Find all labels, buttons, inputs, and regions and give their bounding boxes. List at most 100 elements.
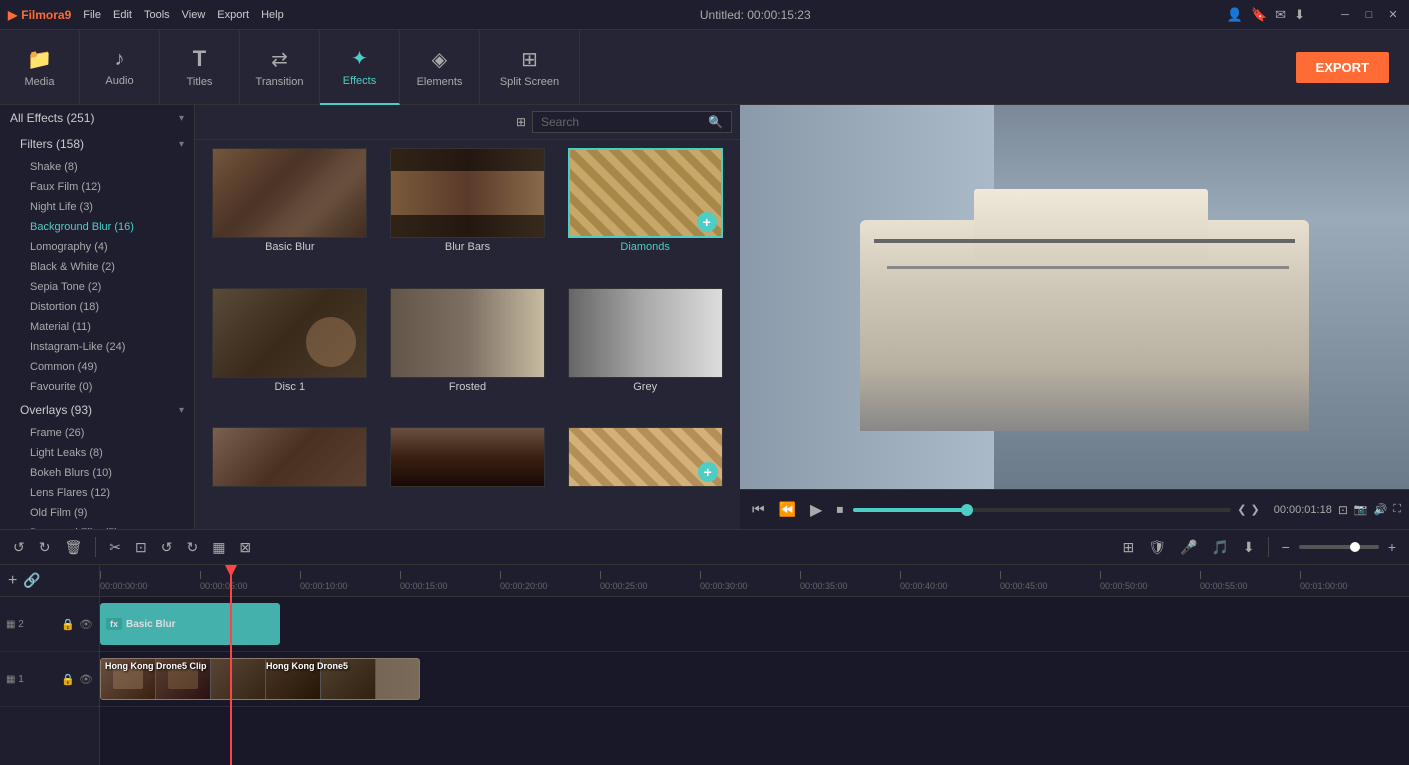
menu-bar: File Edit Tools View Export Help bbox=[83, 9, 283, 21]
grid-layout-icon[interactable]: ⊞ bbox=[516, 115, 526, 129]
track2-eye-icon[interactable]: 👁 bbox=[79, 618, 93, 631]
volume-icon[interactable]: 🔊 bbox=[1374, 503, 1388, 516]
zoom-in-button[interactable]: + bbox=[1383, 537, 1401, 557]
filter-shake[interactable]: Shake (8) bbox=[0, 157, 194, 177]
effect-disc1[interactable]: Disc 1 bbox=[203, 288, 377, 424]
bracket-close-icon[interactable]: ❯ bbox=[1250, 503, 1259, 516]
filter-faux-film[interactable]: Faux Film (12) bbox=[0, 177, 194, 197]
cut-button[interactable]: ✂ bbox=[104, 537, 126, 558]
link-button[interactable]: 🔗 bbox=[23, 572, 40, 589]
effect-bottom3[interactable]: + bbox=[558, 427, 732, 521]
close-button[interactable]: ✕ bbox=[1385, 7, 1401, 23]
menu-view[interactable]: View bbox=[182, 9, 206, 21]
left-panel: All Effects (251) ▾ Filters (158) ▾ Shak… bbox=[0, 105, 195, 529]
filter-distortion[interactable]: Distortion (18) bbox=[0, 297, 194, 317]
filter-black-white[interactable]: Black & White (2) bbox=[0, 257, 194, 277]
clip-basic-blur[interactable]: fx Basic Blur bbox=[100, 603, 280, 645]
toolbar-split-screen[interactable]: ⊞ Split Screen bbox=[480, 30, 580, 105]
zoom-slider[interactable] bbox=[1299, 545, 1379, 549]
effect-bottom1[interactable] bbox=[203, 427, 377, 521]
step-back-button[interactable]: ⏪ bbox=[775, 499, 800, 520]
effect-diamonds[interactable]: + Diamonds bbox=[558, 148, 732, 284]
menu-help[interactable]: Help bbox=[261, 9, 284, 21]
toolbar-elements[interactable]: ◈ Elements bbox=[400, 30, 480, 105]
maximize-button[interactable]: □ bbox=[1361, 7, 1377, 23]
go-to-start-button[interactable]: ⏮ bbox=[748, 499, 769, 520]
titles-label: Titles bbox=[187, 76, 213, 88]
music-button[interactable]: 🎵 bbox=[1206, 537, 1233, 558]
effect-bottom2[interactable] bbox=[381, 427, 555, 521]
adjust-button[interactable]: ▦ bbox=[207, 537, 230, 558]
toolbar-transition[interactable]: ⇄ Transition bbox=[240, 30, 320, 105]
download-icon[interactable]: ⬇ bbox=[1294, 7, 1305, 23]
window-title: Untitled: 00:00:15:23 bbox=[700, 8, 811, 22]
zoom-out-button[interactable]: − bbox=[1277, 537, 1295, 557]
bracket-open-icon[interactable]: ❮ bbox=[1237, 503, 1246, 516]
toolbar-audio[interactable]: ♪ Audio bbox=[80, 30, 160, 105]
effect-grey[interactable]: Grey bbox=[558, 288, 732, 424]
clip-hong-kong[interactable]: Hong Kong Drone5 Clip Hong Kong Drone5 bbox=[100, 658, 420, 700]
toolbar-titles[interactable]: T Titles bbox=[160, 30, 240, 105]
all-effects-header[interactable]: All Effects (251) ▾ bbox=[0, 105, 194, 131]
filters-header[interactable]: Filters (158) ▾ bbox=[0, 131, 194, 157]
redo2-button[interactable]: ↻ bbox=[181, 537, 203, 558]
progress-bar[interactable] bbox=[853, 508, 1231, 512]
track-label-1: ▦ 1 🔒 👁 bbox=[0, 652, 99, 707]
ruler-tick-0: 00:00:00:00 bbox=[100, 571, 148, 591]
undo-button[interactable]: ↺ bbox=[8, 537, 30, 558]
track2-lock-icon[interactable]: 🔒 bbox=[61, 618, 75, 631]
crop-button[interactable]: ⊡ bbox=[130, 537, 152, 558]
overlay-light-leaks[interactable]: Light Leaks (8) bbox=[0, 443, 194, 463]
import-media-button[interactable]: ⬇ bbox=[1238, 537, 1260, 558]
record-voiceover-button[interactable]: 🎤 bbox=[1175, 537, 1202, 558]
fullscreen-icon[interactable]: ⛶ bbox=[1393, 503, 1401, 516]
overlay-old-film[interactable]: Old Film (9) bbox=[0, 503, 194, 523]
user-icon[interactable]: 👤 bbox=[1227, 7, 1243, 23]
search-input[interactable] bbox=[541, 115, 708, 129]
effect-blur-bars[interactable]: Blur Bars bbox=[381, 148, 555, 284]
audio-adjust-button[interactable]: ⊠ bbox=[234, 537, 256, 558]
filter-common[interactable]: Common (49) bbox=[0, 357, 194, 377]
export-button[interactable]: EXPORT bbox=[1296, 52, 1389, 83]
filter-night-life[interactable]: Night Life (3) bbox=[0, 197, 194, 217]
track1-eye-icon[interactable]: 👁 bbox=[79, 673, 93, 686]
menu-tools[interactable]: Tools bbox=[144, 9, 170, 21]
effect-frosted[interactable]: Frosted bbox=[381, 288, 555, 424]
add-media-button[interactable]: + bbox=[8, 572, 17, 590]
bookmark-icon[interactable]: 🔖 bbox=[1251, 7, 1267, 23]
filter-material[interactable]: Material (11) bbox=[0, 317, 194, 337]
add-diamonds-button[interactable]: + bbox=[697, 212, 717, 232]
track1-lock-icon[interactable]: 🔒 bbox=[61, 673, 75, 686]
overlay-damaged-film[interactable]: Damaged Film (5) bbox=[0, 523, 194, 529]
overlay-frame[interactable]: Frame (26) bbox=[0, 423, 194, 443]
track1-icons: 🔒 👁 bbox=[61, 673, 93, 686]
filter-background-blur[interactable]: Background Blur (16) bbox=[0, 217, 194, 237]
mail-icon[interactable]: ✉ bbox=[1275, 7, 1286, 23]
scene-detect-button[interactable]: ⊞ bbox=[1118, 537, 1140, 558]
thumb-mini-3 bbox=[211, 659, 266, 699]
add-bottom3-button[interactable]: + bbox=[698, 462, 718, 482]
undo2-button[interactable]: ↺ bbox=[156, 537, 178, 558]
menu-edit[interactable]: Edit bbox=[113, 9, 132, 21]
camera-icon[interactable]: 📷 bbox=[1354, 503, 1368, 516]
play-button[interactable]: ▶ bbox=[806, 498, 826, 522]
menu-export[interactable]: Export bbox=[217, 9, 249, 21]
minimize-button[interactable]: ─ bbox=[1337, 7, 1353, 23]
stabilize-button[interactable]: 🛡 bbox=[1143, 537, 1171, 558]
toolbar-media[interactable]: 📁 Media bbox=[0, 30, 80, 105]
filter-favourite[interactable]: Favourite (0) bbox=[0, 377, 194, 397]
filter-sepia-tone[interactable]: Sepia Tone (2) bbox=[0, 277, 194, 297]
overlay-bokeh-blurs[interactable]: Bokeh Blurs (10) bbox=[0, 463, 194, 483]
overlay-lens-flares[interactable]: Lens Flares (12) bbox=[0, 483, 194, 503]
delete-button[interactable]: 🗑 bbox=[59, 537, 87, 558]
filter-instagram-like[interactable]: Instagram-Like (24) bbox=[0, 337, 194, 357]
resolution-icon[interactable]: ⊡ bbox=[1338, 503, 1348, 517]
effect-basic-blur[interactable]: Basic Blur bbox=[203, 148, 377, 284]
timeline-content[interactable]: 00:00:00:00 00:00:05:00 00:00:10:00 00:0… bbox=[100, 565, 1409, 765]
redo-button[interactable]: ↻ bbox=[34, 537, 56, 558]
menu-file[interactable]: File bbox=[83, 9, 101, 21]
overlays-header[interactable]: Overlays (93) ▾ bbox=[0, 397, 194, 423]
toolbar-effects[interactable]: ✦ Effects bbox=[320, 30, 400, 105]
stop-button[interactable]: ⏹ bbox=[832, 499, 847, 520]
filter-lomography[interactable]: Lomography (4) bbox=[0, 237, 194, 257]
